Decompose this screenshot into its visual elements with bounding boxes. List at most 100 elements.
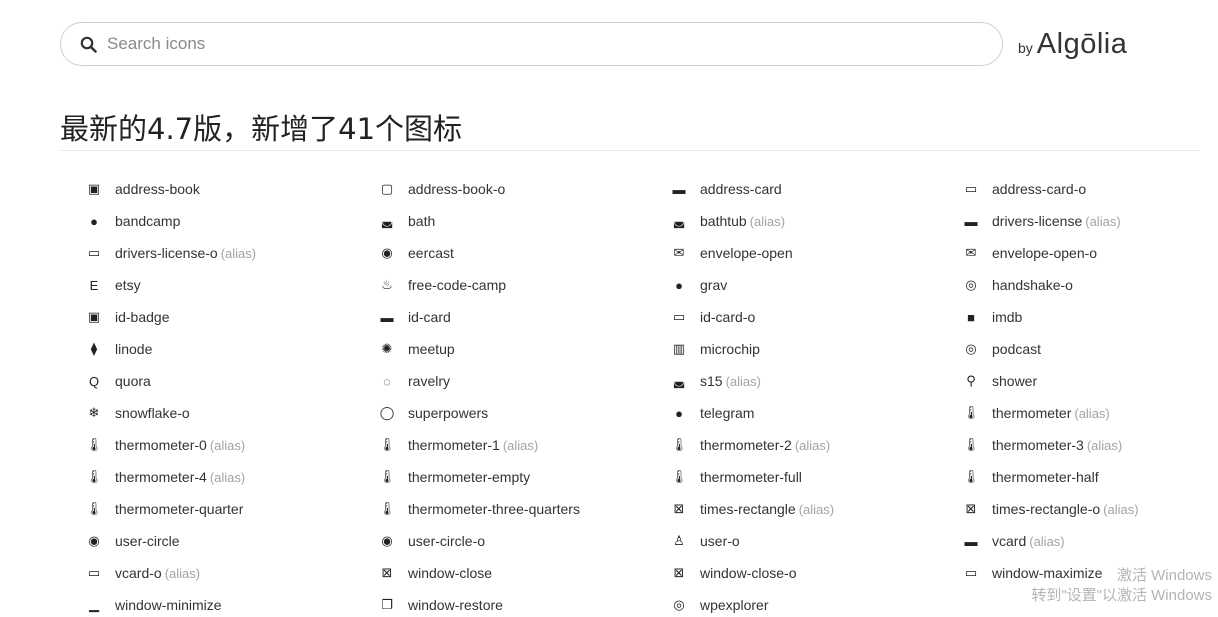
icon-list-item[interactable]: 🌡 thermometer-full xyxy=(671,465,802,489)
icon-list-item[interactable]: ◛ bath xyxy=(379,209,436,233)
icon-list-item[interactable]: ◛ bathtub (alias) xyxy=(671,209,785,233)
icon-list-item[interactable]: ⊠ window-close xyxy=(379,561,493,585)
icon-list-item[interactable]: ✺ meetup xyxy=(379,337,455,361)
icon-name-label: window-restore xyxy=(408,597,503,613)
snowflake-o-icon: ❄ xyxy=(88,405,100,420)
icon-list-item[interactable]: ✉ envelope-open xyxy=(671,241,793,265)
icon-list-item[interactable]: ❄ snowflake-o xyxy=(86,401,190,425)
icon-name-label: window-close-o xyxy=(700,565,797,581)
alias-label: (alias) xyxy=(1074,405,1110,421)
icon-list-item[interactable]: ❐ window-restore xyxy=(379,593,503,617)
free-code-camp-icon: ♨ xyxy=(381,277,393,292)
icon-name-label: wpexplorer xyxy=(700,597,769,613)
icon-list-item[interactable]: ◉ user-circle xyxy=(86,529,179,553)
icon-list-item[interactable]: ♙ user-o xyxy=(671,529,740,553)
icon-name-label: snowflake-o xyxy=(115,405,190,421)
search-input[interactable] xyxy=(105,33,969,55)
icon-name-label: user-o xyxy=(700,533,740,549)
icon-name-label: address-card xyxy=(700,181,782,197)
icon-name-label: drivers-license xyxy=(992,213,1083,229)
icon-list-item[interactable]: ■ imdb xyxy=(963,305,1022,329)
times-rectangle-o-icon: ⊠ xyxy=(965,501,977,516)
icon-name-label: thermometer-empty xyxy=(408,469,531,485)
icon-list-item[interactable]: ◉ eercast xyxy=(379,241,454,265)
thermometer-half-icon: 🌡 xyxy=(962,469,980,484)
icon-list-item[interactable]: ⧫ linode xyxy=(86,337,153,361)
icon-list-item[interactable]: ⊠ window-close-o xyxy=(671,561,797,585)
alias-label: (alias) xyxy=(798,501,835,517)
linode-icon: ⧫ xyxy=(90,341,98,356)
icon-name-label: thermometer-1 xyxy=(408,437,500,453)
algolia-brand-name: Algōlia xyxy=(1036,28,1128,60)
imdb-icon: ■ xyxy=(967,309,975,325)
icon-list-item[interactable]: 🌡 thermometer-3 (alias) xyxy=(963,433,1122,457)
icon-name-label: microchip xyxy=(700,341,760,357)
icon-list-item[interactable]: 🌡 thermometer-2 (alias) xyxy=(671,433,830,457)
handshake-o-icon: ◎ xyxy=(965,277,977,292)
icon-list-item[interactable]: ⚲ shower xyxy=(963,369,1037,393)
icon-list-item[interactable]: 🌡 thermometer (alias) xyxy=(963,401,1110,425)
icon-list-item[interactable]: ▬ id-card xyxy=(379,305,451,329)
icon-list-item[interactable]: ▬ drivers-license (alias) xyxy=(963,209,1121,233)
icon-list-item[interactable]: 🌡 thermometer-0 (alias) xyxy=(86,433,245,457)
icon-list-item[interactable]: ▭ vcard-o (alias) xyxy=(86,561,200,585)
icon-list-item[interactable]: ▢ address-book-o xyxy=(379,177,505,201)
icon-list-item[interactable]: 🌡 thermometer-quarter xyxy=(85,497,244,521)
icon-list-item[interactable]: ♨ free-code-camp xyxy=(379,273,506,297)
icon-list-item[interactable]: 🌡 thermometer-1 (alias) xyxy=(379,433,538,457)
icon-list-item[interactable]: ● telegram xyxy=(671,401,754,425)
icon-list-item[interactable]: 🌡 thermometer-empty xyxy=(379,465,530,489)
icon-list-item[interactable]: 🌡 thermometer-half xyxy=(963,465,1099,489)
icon-name-label: podcast xyxy=(992,341,1042,357)
icon-list-item[interactable]: ⊠ times-rectangle-o (alias) xyxy=(963,497,1139,521)
icon-name-label: ravelry xyxy=(408,373,451,389)
icon-list-item[interactable]: ◎ podcast xyxy=(963,337,1041,361)
icon-name-label: meetup xyxy=(408,341,455,357)
icon-list-item[interactable]: ▭ id-card-o xyxy=(671,305,755,329)
icon-list-item[interactable]: ▭ address-card-o xyxy=(963,177,1086,201)
icon-name-label: id-card-o xyxy=(700,309,756,325)
icon-list-item[interactable]: ▬ vcard (alias) xyxy=(963,529,1065,553)
alias-label: (alias) xyxy=(1085,213,1121,229)
icon-list-item[interactable]: ▥ microchip xyxy=(671,337,760,361)
user-o-icon: ♙ xyxy=(673,533,685,548)
s15-icon: ◛ xyxy=(672,373,686,388)
icon-list-item[interactable]: ▁ window-minimize xyxy=(86,593,222,617)
icon-list-item[interactable]: ◎ wpexplorer xyxy=(671,593,768,617)
icon-list-item[interactable]: ◌ ravelry xyxy=(379,369,450,393)
icon-list-item[interactable]: ● bandcamp xyxy=(86,209,180,233)
address-book-o-icon: ▢ xyxy=(380,181,394,196)
icon-list-item[interactable]: 🌡 thermometer-three-quarters xyxy=(379,497,580,521)
icon-list-item[interactable]: ◎ handshake-o xyxy=(963,273,1073,297)
envelope-open-icon: ✉ xyxy=(673,245,685,260)
icon-list-item[interactable]: ● grav xyxy=(671,273,727,297)
icon-name-label: thermometer-0 xyxy=(115,437,207,453)
algolia-by-label: by xyxy=(1018,40,1033,56)
icon-list-item[interactable]: ⊠ times-rectangle (alias) xyxy=(671,497,835,521)
icon-list-item[interactable]: ▣ id-badge xyxy=(86,305,170,329)
algolia-logo[interactable]: by Algōlia xyxy=(1018,28,1127,61)
icon-name-label: thermometer-full xyxy=(700,469,802,485)
icon-list-item[interactable]: Qquora xyxy=(86,369,151,393)
icon-list-item[interactable]: Eetsy xyxy=(86,273,141,297)
search-bar[interactable] xyxy=(60,22,1003,66)
shower-icon: ⚲ xyxy=(966,373,976,388)
icon-list-item[interactable]: ◯ superpowers xyxy=(379,401,488,425)
icon-list-item[interactable]: 🌡 thermometer-4 (alias) xyxy=(86,465,245,489)
alias-label: (alias) xyxy=(1103,501,1139,517)
icon-name-label: shower xyxy=(992,373,1038,389)
icon-list-item[interactable]: ◉ user-circle-o xyxy=(379,529,485,553)
search-icon xyxy=(79,35,97,53)
times-rectangle-icon: ⊠ xyxy=(673,501,685,516)
icon-list-item[interactable]: ▬ address-card xyxy=(671,177,782,201)
thermometer-quarter-icon: 🌡 xyxy=(85,501,103,516)
alias-label: (alias) xyxy=(209,469,246,485)
address-book-icon: ▣ xyxy=(87,181,101,196)
icon-list-item[interactable]: ◛ s15 (alias) xyxy=(671,369,761,393)
icon-name-label: thermometer-three-quarters xyxy=(408,501,580,517)
icon-list-item[interactable]: ✉ envelope-open-o xyxy=(963,241,1098,265)
alias-label: (alias) xyxy=(725,373,761,389)
icon-list-item[interactable]: ▭ drivers-license-o (alias) xyxy=(86,241,256,265)
icon-name-label: thermometer-3 xyxy=(992,437,1084,453)
icon-list-item[interactable]: ▣ address-book xyxy=(86,177,200,201)
